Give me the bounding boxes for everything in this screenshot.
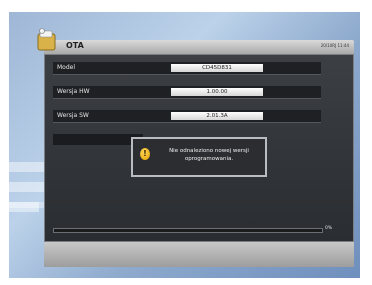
background-stripe — [9, 162, 49, 172]
clock-text: 20/10RJ 11:44 — [320, 43, 349, 48]
field-label: Wersja SW — [57, 112, 89, 119]
dialog-message: Nie odnaleziono nowej wersji oprogramowa… — [169, 148, 249, 162]
field-row-hw-version[interactable]: Wersja HW 1.00.00 — [53, 86, 321, 99]
tv-screen: OTA 20/10RJ 11:44 Model CD45D831 Wersja … — [9, 12, 360, 278]
ota-window: OTA 20/10RJ 11:44 Model CD45D831 Wersja … — [37, 28, 354, 242]
progress-bar — [53, 228, 323, 233]
field-label: Wersja HW — [57, 88, 90, 95]
field-value: CD45D831 — [171, 64, 263, 72]
warning-icon: ! — [140, 148, 150, 160]
background-stripe — [9, 182, 45, 192]
ota-folder-icon — [37, 28, 56, 51]
content-panel: Model CD45D831 Wersja HW 1.00.00 Wersja … — [44, 54, 354, 242]
message-dialog[interactable]: ! Nie odnaleziono nowej wersji oprogramo… — [131, 137, 267, 177]
field-value: 2.01.3A — [171, 112, 263, 120]
field-row-model: Model CD45D831 — [53, 62, 321, 75]
field-label: Model — [57, 64, 76, 71]
window-footer — [44, 242, 354, 267]
empty-row — [53, 134, 143, 145]
window-title: OTA — [66, 41, 84, 50]
background-stripe — [9, 202, 39, 212]
field-value: 1.00.00 — [171, 88, 263, 96]
progress-percent: 0% — [325, 226, 333, 231]
window-titlebar: OTA 20/10RJ 11:44 — [44, 40, 354, 54]
field-row-sw-version[interactable]: Wersja SW 2.01.3A — [53, 110, 321, 123]
